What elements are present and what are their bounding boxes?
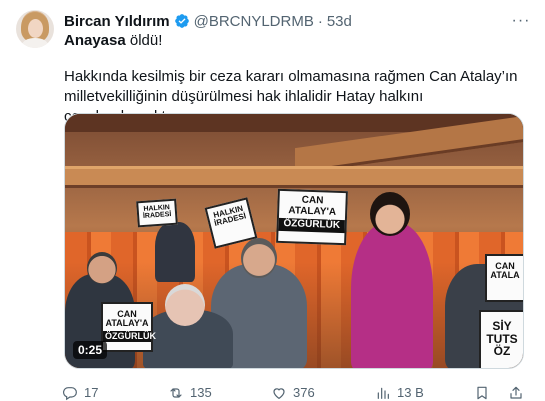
- person-back: [155, 222, 195, 282]
- protest-sign-left: CAN ATALAY'A ÖZGÜRLÜK: [101, 302, 156, 352]
- person-left-edge-head: [87, 252, 117, 284]
- like-count: 376: [293, 385, 315, 400]
- author-name[interactable]: Bircan Yıldırım: [64, 13, 170, 30]
- retweet-count: 135: [190, 385, 212, 400]
- person-woman-head: [370, 192, 410, 236]
- sign-text: ÖZ: [493, 344, 511, 359]
- avatar-face: [28, 19, 43, 38]
- protest-sign-main: CAN ATALAY'A ÖZGÜRLÜK: [276, 188, 348, 246]
- sign-text: İRADESİ: [142, 211, 172, 221]
- heart-icon: [273, 387, 285, 399]
- reply-button[interactable]: 17: [62, 384, 98, 401]
- person-woman-magenta: [351, 222, 433, 368]
- views-count: 13 B: [397, 385, 424, 400]
- reply-count: 17: [84, 385, 99, 400]
- protest-sign-right-upper: CAN ATALA: [485, 254, 523, 302]
- sign-text: ATALAY'A: [105, 318, 149, 329]
- person-center-man-head: [241, 238, 277, 278]
- share-icon: [510, 386, 522, 399]
- author-handle[interactable]: @BRCNYLDRMB: [194, 13, 314, 30]
- tweet-header: Bircan Yıldırım @BRCNYLDRMB · 53d: [64, 12, 352, 30]
- tweet[interactable]: Bircan Yıldırım @BRCNYLDRMB · 53d ··· An…: [0, 0, 545, 401]
- views-chart-icon: [377, 387, 389, 399]
- bookmark-icon: [477, 386, 487, 399]
- video-duration-badge: 0:25: [73, 341, 108, 359]
- more-options-icon[interactable]: ···: [511, 12, 531, 30]
- verified-badge-icon: [174, 14, 189, 28]
- views-button[interactable]: 13 B: [375, 384, 424, 401]
- video-frame: CAN ATALAY'A ÖZGÜRLÜK HALKIN İRADESİ HAL…: [65, 114, 523, 368]
- sign-text: ATALAY'A: [288, 204, 337, 218]
- share-button[interactable]: [508, 384, 524, 401]
- sign-text: ÖZGÜRLÜK: [103, 330, 156, 343]
- retweet-button[interactable]: 135: [168, 384, 212, 401]
- protest-sign-small: HALKIN İRADESİ: [136, 198, 178, 228]
- chamber-balcony: [65, 166, 523, 188]
- sign-text: ÖZGÜRLÜK: [278, 217, 345, 233]
- like-button[interactable]: 376: [271, 384, 315, 401]
- tweet-text-line1: Anayasa öldü!: [64, 31, 162, 51]
- person-foreground-man-head: [165, 284, 205, 326]
- tweet-text-rest: öldü!: [125, 32, 163, 49]
- timestamp[interactable]: 53d: [327, 13, 352, 30]
- protest-sign-right-lower: SİY TUTS ÖZ: [479, 310, 523, 368]
- bookmark-button[interactable]: [474, 384, 490, 401]
- avatar[interactable]: [16, 10, 54, 48]
- video-player[interactable]: CAN ATALAY'A ÖZGÜRLÜK HALKIN İRADESİ HAL…: [64, 113, 524, 369]
- separator-dot: ·: [317, 12, 323, 30]
- action-bar: 17 135 376 13 B: [62, 384, 532, 401]
- retweet-icon: [170, 387, 182, 398]
- reply-icon: [63, 386, 77, 400]
- avatar-body: [22, 38, 48, 48]
- sign-text: ATALA: [490, 270, 520, 281]
- hashtag-link[interactable]: Anayasa: [64, 32, 126, 49]
